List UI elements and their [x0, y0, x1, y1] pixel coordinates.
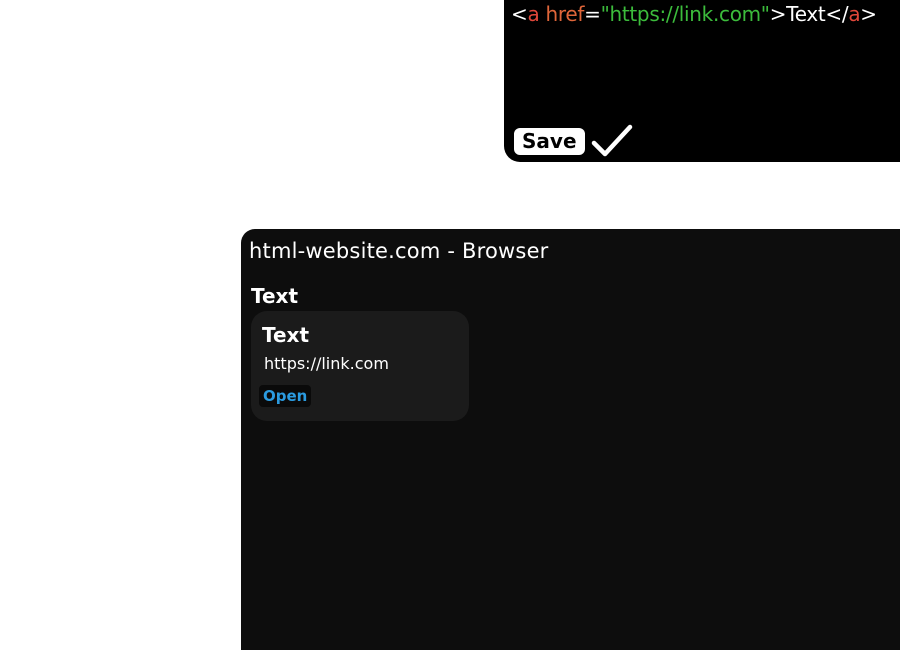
code-token-string: "https://link.com"	[600, 2, 770, 26]
open-link-button[interactable]: Open	[259, 385, 312, 407]
save-button[interactable]: Save	[514, 127, 585, 155]
link-card-url: https://link.com	[264, 354, 389, 373]
code-token: >	[860, 2, 877, 26]
code-token-attr: href	[539, 2, 585, 26]
code-editor-panel: <a href="https://link.com">Text</a> Save	[504, 0, 900, 162]
browser-title: html-website.com - Browser	[249, 239, 549, 263]
code-token-tag: a	[848, 2, 861, 26]
code-token: =	[584, 2, 601, 26]
save-row: Save	[514, 124, 633, 158]
link-card: Text https://link.com Open	[251, 311, 469, 421]
code-token: >Text</	[769, 2, 849, 26]
link-card-title: Text	[262, 323, 310, 347]
checkmark-icon[interactable]	[591, 124, 633, 158]
code-token: <	[511, 2, 528, 26]
code-line[interactable]: <a href="https://link.com">Text</a>	[511, 2, 877, 26]
code-token-tag: a	[527, 2, 540, 26]
browser-window: html-website.com - Browser Text Text htt…	[241, 229, 900, 650]
page-heading: Text	[251, 284, 299, 308]
